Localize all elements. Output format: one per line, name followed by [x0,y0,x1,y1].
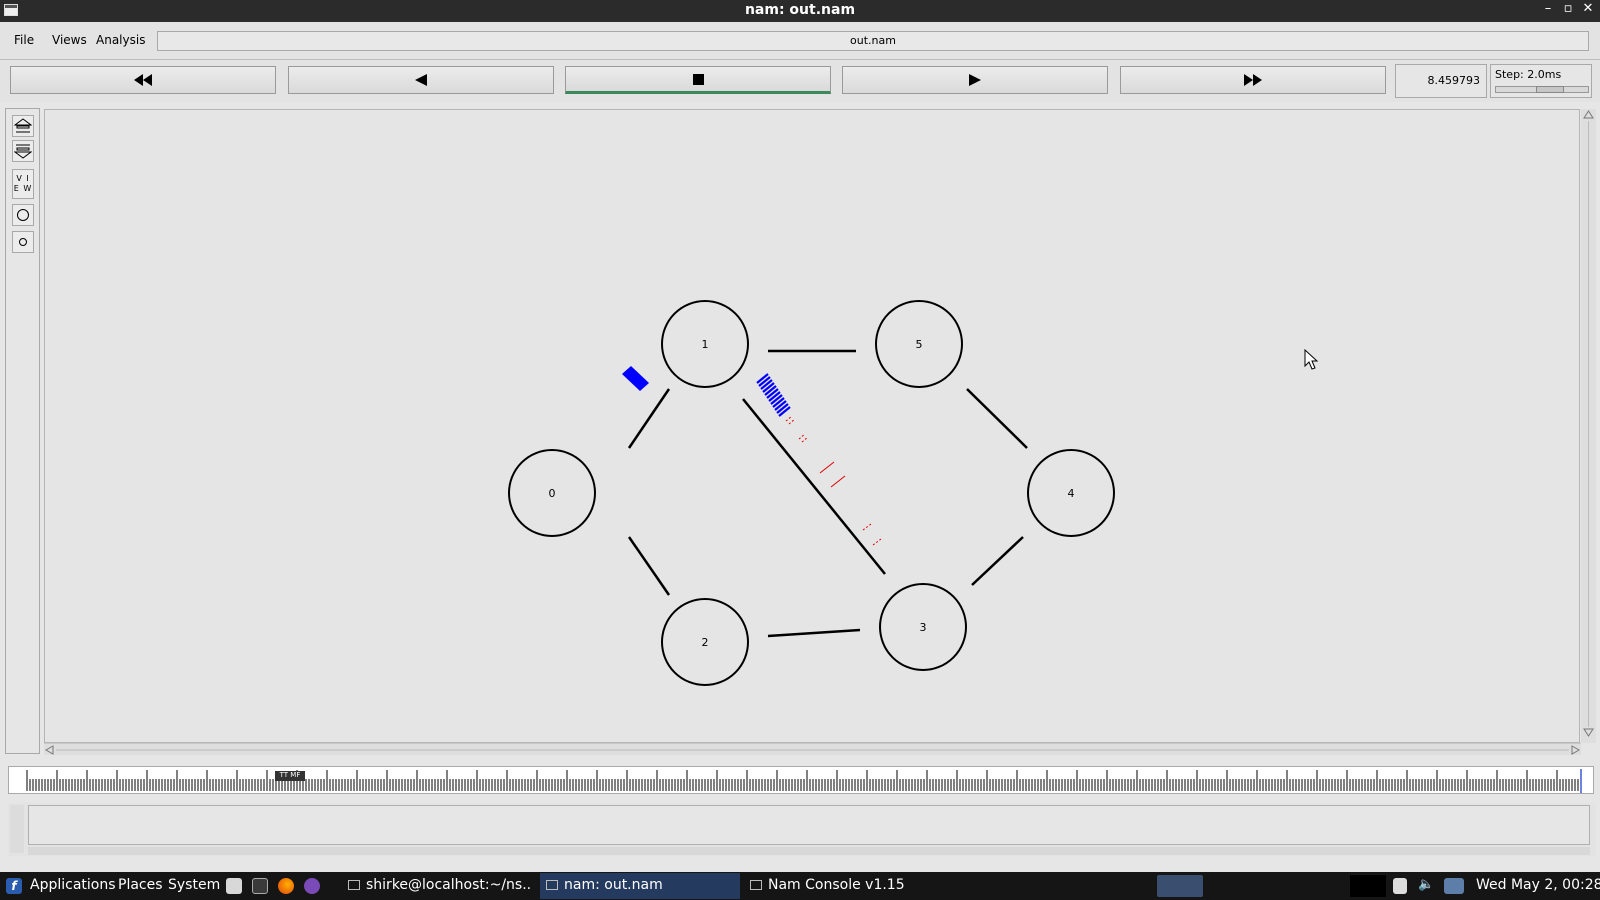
node-5-label: 5 [916,338,923,351]
menu-analysis[interactable]: Analysis [96,33,145,47]
battery-icon[interactable] [1393,878,1407,894]
fast-forward-icon [1244,74,1262,86]
fast-rewind-icon [134,74,152,86]
node-4-label: 4 [1068,487,1075,500]
packet-group-blue-b [756,373,791,417]
stop-icon [692,73,704,85]
play-icon [969,74,981,86]
link-5-4[interactable] [966,388,1028,449]
workspace-switcher[interactable] [1157,875,1203,897]
task-terminal[interactable]: shirke@localhost:~/ns... [342,873,532,899]
circle-large-icon [17,209,29,221]
link-1-3[interactable] [742,398,886,575]
emacs-icon[interactable] [304,878,320,894]
task-nam-label: nam: out.nam [564,877,663,893]
file-manager-icon[interactable] [226,878,242,894]
node-3[interactable]: 3 [879,583,967,671]
notification-area[interactable] [1350,875,1386,897]
packet-group-red [785,415,882,546]
step-control: Step: 2.0ms [1490,64,1592,98]
tool-strip: V I E W [5,108,40,754]
topology-graph: 0 1 2 3 4 5 [508,300,1319,686]
fedora-logo-icon[interactable]: f [6,878,22,894]
places-menu[interactable]: Places [118,877,163,893]
window-title: nam: out.nam [744,2,856,18]
node-size-large-button[interactable] [12,204,34,226]
node-0-label: 0 [549,487,556,500]
canvas-vertical-scrollbar[interactable] [1581,109,1596,743]
task-console-label: Nam Console v1.15 [768,877,905,893]
play-button[interactable] [842,66,1108,94]
terminal-icon[interactable] [252,878,268,894]
clock[interactable]: Wed May 2, 00:28 [1476,877,1600,893]
fast-forward-button[interactable] [1120,66,1386,94]
taskbar: f Applications Places System shirke@loca… [0,872,1600,900]
mouse-cursor-icon [1304,348,1319,370]
maximize-icon[interactable]: ▫ [1562,1,1574,16]
zoom-in-icon [14,118,32,133]
annotation-panel [8,803,1596,856]
node-0[interactable]: 0 [508,449,596,537]
backward-icon [415,74,427,86]
node-1-label: 1 [702,338,709,351]
canvas-horizontal-scrollbar[interactable] [44,743,1581,755]
step-slider-thumb[interactable] [1536,86,1564,93]
time-slider-marker[interactable]: TT MF [275,771,305,781]
menu-bar: File Views Analysis out.nam [0,22,1600,60]
stop-button[interactable] [565,66,831,94]
horizontal-scroll-arrows [44,745,1581,755]
node-2-label: 2 [702,636,709,649]
node-4[interactable]: 4 [1027,449,1115,537]
menu-file[interactable]: File [14,33,34,47]
annotation-vertical-scrollbar[interactable] [10,805,24,853]
window-icon [750,880,762,890]
timeline-ticks [26,769,1582,793]
menu-views[interactable]: Views [52,33,87,47]
view-label-top: V I [16,174,30,183]
link-0-2[interactable] [627,536,671,596]
annotation-list[interactable] [28,805,1590,845]
system-menu[interactable]: System [168,877,220,893]
network-canvas[interactable]: 0 1 2 3 4 5 [44,109,1580,743]
window-icon [546,880,558,890]
close-icon[interactable]: ✕ [1582,1,1594,16]
annotation-horizontal-scrollbar[interactable] [28,847,1590,855]
applications-menu[interactable]: Applications [30,877,116,893]
node-2[interactable]: 2 [661,598,749,686]
zoom-in-button[interactable] [12,115,34,137]
vertical-scroll-arrows [1583,110,1594,737]
task-nam[interactable]: nam: out.nam [540,873,740,899]
node-1[interactable]: 1 [661,300,749,388]
step-label: Step: 2.0ms [1495,68,1562,81]
circle-small-icon [19,238,27,246]
zoom-out-icon [14,144,32,159]
title-bar: nam: out.nam – ▫ ✕ [0,0,1600,22]
link-3-4[interactable] [971,536,1024,586]
view-button[interactable]: V I E W [12,169,34,199]
link-2-3[interactable] [767,628,861,638]
packet-group-blue-a [622,366,649,391]
network-icon[interactable] [1444,878,1464,894]
playback-controls: 8.459793 Step: 2.0ms [0,60,1600,102]
link-0-1[interactable] [627,388,671,449]
volume-icon[interactable]: 🔈 [1418,877,1434,892]
fast-rewind-button[interactable] [10,66,276,94]
task-nam-console[interactable]: Nam Console v1.15 [744,873,944,899]
filename-display: out.nam [157,31,1589,51]
zoom-out-button[interactable] [12,140,34,162]
node-3-label: 3 [920,621,927,634]
step-slider[interactable] [1495,86,1589,93]
minimize-icon[interactable]: – [1542,1,1554,16]
time-display: 8.459793 [1395,64,1487,98]
firefox-icon[interactable] [278,878,294,894]
view-label-bottom: E W [13,184,33,193]
time-slider[interactable]: TT MF [8,766,1594,794]
task-terminal-label: shirke@localhost:~/ns... [366,877,532,893]
window-icon [348,880,360,890]
rewind-button[interactable] [288,66,554,94]
node-size-small-button[interactable] [12,231,34,253]
node-5[interactable]: 5 [875,300,963,388]
